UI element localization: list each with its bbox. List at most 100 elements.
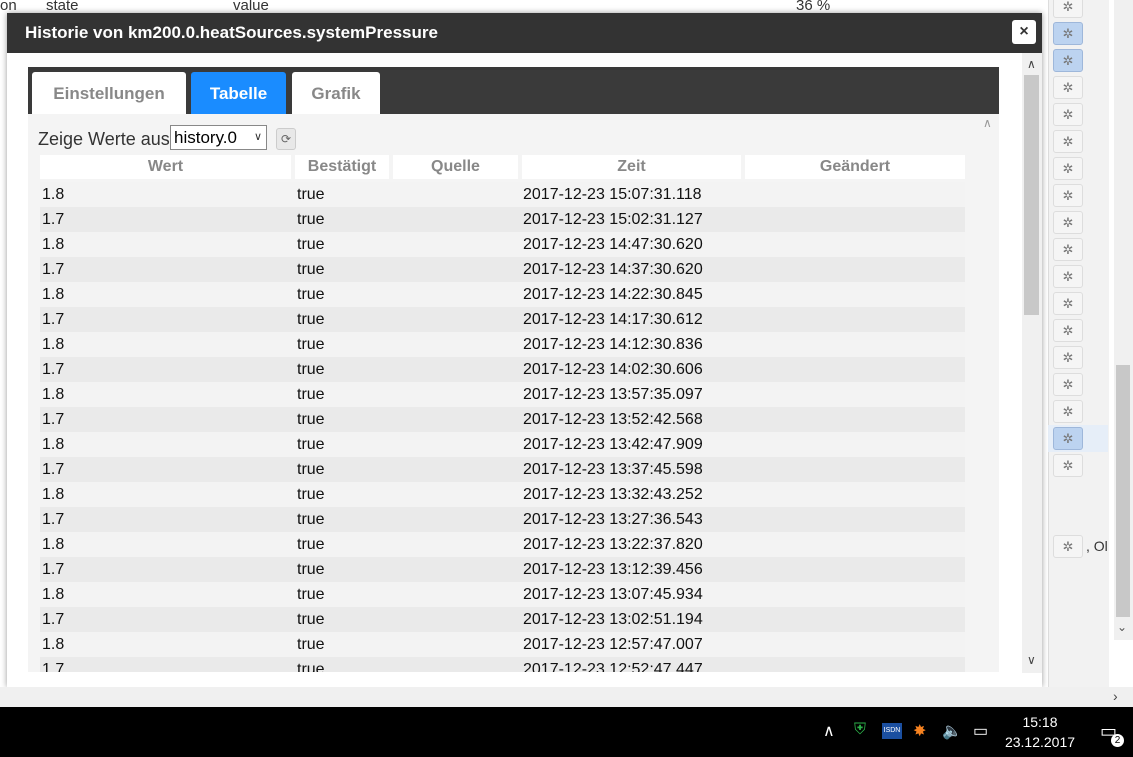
table-row[interactable]: 1.7 true 2017-12-23 13:12:39.456 bbox=[40, 557, 965, 582]
chevron-up-icon[interactable]: ∧ bbox=[983, 116, 992, 130]
cell-bestaetigt: true bbox=[297, 311, 325, 328]
cell-bestaetigt: true bbox=[297, 386, 325, 403]
table-row[interactable]: 1.7 true 2017-12-23 15:02:31.127 bbox=[40, 207, 965, 232]
cell-zeit: 2017-12-23 13:42:47.909 bbox=[523, 436, 703, 453]
cell-zeit: 2017-12-23 13:57:35.097 bbox=[523, 386, 703, 403]
dialog-scrollbar-thumb[interactable] bbox=[1024, 75, 1039, 315]
table-row[interactable]: 1.7 true 2017-12-23 12:52:47.447 bbox=[40, 657, 965, 672]
cell-bestaetigt: true bbox=[297, 286, 325, 303]
table-row[interactable]: 1.7 true 2017-12-23 13:52:42.568 bbox=[40, 407, 965, 432]
cell-zeit: 2017-12-23 14:02:30.606 bbox=[523, 361, 703, 378]
dialog-scrollbar[interactable]: ∧ ∨ bbox=[1022, 53, 1042, 673]
table-row[interactable]: 1.8 true 2017-12-23 13:07:45.934 bbox=[40, 582, 965, 607]
cell-wert: 1.7 bbox=[42, 261, 65, 278]
gear-icon[interactable]: ✲ bbox=[1053, 373, 1083, 396]
cell-zeit: 2017-12-23 13:22:37.820 bbox=[523, 536, 703, 553]
gear-icon[interactable]: ✲ bbox=[1053, 265, 1083, 288]
cell-bestaetigt: true bbox=[297, 186, 325, 203]
close-icon[interactable]: × bbox=[1012, 20, 1036, 44]
cell-bestaetigt: true bbox=[297, 336, 325, 353]
network-icon[interactable]: ▭ bbox=[973, 721, 988, 741]
column-header-geaendert[interactable]: Geändert bbox=[745, 155, 965, 179]
table-row[interactable]: 1.8 true 2017-12-23 12:57:47.007 bbox=[40, 632, 965, 657]
gear-icon[interactable]: ✲ bbox=[1053, 319, 1083, 342]
chevron-right-icon[interactable]: › bbox=[1113, 688, 1118, 704]
cell-bestaetigt: true bbox=[297, 461, 325, 478]
gear-icon[interactable]: ✲ bbox=[1053, 454, 1083, 477]
gear-icon[interactable]: ✲ bbox=[1053, 400, 1083, 423]
refresh-icon[interactable]: ⟳ bbox=[276, 128, 296, 150]
column-header-zeit[interactable]: Zeit bbox=[522, 155, 741, 179]
table-row[interactable]: 1.8 true 2017-12-23 13:32:43.252 bbox=[40, 482, 965, 507]
cell-bestaetigt: true bbox=[297, 636, 325, 653]
tray-clock[interactable]: 15:18 23.12.2017 bbox=[1003, 712, 1077, 752]
gear-icon[interactable]: ✲ bbox=[1053, 76, 1083, 99]
gear-icon[interactable]: ✲ bbox=[1053, 292, 1083, 315]
cell-wert: 1.8 bbox=[42, 236, 65, 253]
gear-icon[interactable]: ✲ bbox=[1053, 157, 1083, 180]
chevron-down-icon[interactable]: ∨ bbox=[1027, 653, 1036, 667]
cell-wert: 1.8 bbox=[42, 286, 65, 303]
table-scrollbar[interactable] bbox=[978, 114, 999, 672]
cell-bestaetigt: true bbox=[297, 361, 325, 378]
table-row[interactable]: 1.8 true 2017-12-23 15:07:31.118 bbox=[40, 182, 965, 207]
cell-wert: 1.8 bbox=[42, 436, 65, 453]
isdn-icon[interactable]: ISDN bbox=[882, 723, 902, 739]
cell-zeit: 2017-12-23 14:17:30.612 bbox=[523, 311, 703, 328]
gear-icon[interactable]: ✲ bbox=[1053, 211, 1083, 234]
cell-bestaetigt: true bbox=[297, 211, 325, 228]
source-select-value: history.0 bbox=[174, 128, 237, 147]
table-row[interactable]: 1.8 true 2017-12-23 14:47:30.620 bbox=[40, 232, 965, 257]
taskbar: ∧ ⛨ ISDN ✸ 🔈 ▭ 15:18 23.12.2017 ▭ 2 bbox=[0, 707, 1133, 757]
table-row[interactable]: 1.7 true 2017-12-23 13:27:36.543 bbox=[40, 507, 965, 532]
table-row[interactable]: 1.7 true 2017-12-23 13:02:51.194 bbox=[40, 607, 965, 632]
table-row[interactable]: 1.8 true 2017-12-23 14:22:30.845 bbox=[40, 282, 965, 307]
table-row[interactable]: 1.8 true 2017-12-23 13:57:35.097 bbox=[40, 382, 965, 407]
gear-icon[interactable]: ✲ bbox=[1053, 346, 1083, 369]
chevron-down-icon[interactable]: ⌄ bbox=[1117, 620, 1127, 634]
gear-icon[interactable]: ✲ bbox=[1053, 130, 1083, 153]
table-row[interactable]: 1.7 true 2017-12-23 14:17:30.612 bbox=[40, 307, 965, 332]
table-row[interactable]: 1.8 true 2017-12-23 13:42:47.909 bbox=[40, 432, 965, 457]
shield-icon[interactable]: ⛨ bbox=[854, 721, 866, 739]
cell-wert: 1.8 bbox=[42, 536, 65, 553]
cell-zeit: 2017-12-23 13:37:45.598 bbox=[523, 461, 703, 478]
cell-zeit: 2017-12-23 13:52:42.568 bbox=[523, 411, 703, 428]
table-row[interactable]: 1.7 true 2017-12-23 13:37:45.598 bbox=[40, 457, 965, 482]
cell-bestaetigt: true bbox=[297, 261, 325, 278]
speaker-icon[interactable]: 🔈 bbox=[942, 721, 962, 741]
chevron-up-icon[interactable]: ∧ bbox=[823, 721, 835, 741]
table-row[interactable]: 1.7 true 2017-12-23 14:02:30.606 bbox=[40, 357, 965, 382]
table-row[interactable]: 1.8 true 2017-12-23 14:12:30.836 bbox=[40, 332, 965, 357]
table-row[interactable]: 1.7 true 2017-12-23 14:37:30.620 bbox=[40, 257, 965, 282]
source-select[interactable]: history.0 ∨ bbox=[170, 125, 267, 150]
gear-icon[interactable]: ✲ bbox=[1053, 427, 1083, 450]
tab-tabelle[interactable]: Tabelle bbox=[191, 72, 286, 114]
tab-einstellungen[interactable]: Einstellungen bbox=[32, 72, 186, 114]
source-label: Zeige Werte aus bbox=[38, 129, 170, 149]
gear-icon[interactable]: ✲ bbox=[1053, 103, 1083, 126]
gear-icon[interactable]: ✲ bbox=[1053, 49, 1083, 72]
column-header-quelle[interactable]: Quelle bbox=[393, 155, 518, 179]
column-header-bestaetigt[interactable]: Bestätigt bbox=[295, 155, 389, 179]
table-row[interactable]: 1.8 true 2017-12-23 13:22:37.820 bbox=[40, 532, 965, 557]
gear-icon[interactable]: ✲ bbox=[1053, 0, 1083, 18]
page-scrollbar-thumb[interactable] bbox=[1116, 365, 1130, 617]
avast-icon[interactable]: ✸ bbox=[913, 721, 926, 741]
cell-bestaetigt: true bbox=[297, 586, 325, 603]
column-header-wert[interactable]: Wert bbox=[40, 155, 291, 179]
horizontal-scrollbar[interactable]: › bbox=[0, 687, 1133, 707]
gear-icon[interactable]: ✲ bbox=[1053, 184, 1083, 207]
tab-grafik[interactable]: Grafik bbox=[292, 72, 380, 114]
cell-bestaetigt: true bbox=[297, 436, 325, 453]
cell-wert: 1.7 bbox=[42, 511, 65, 528]
gear-icon[interactable]: ✲ bbox=[1053, 22, 1083, 45]
bg-col-state: state bbox=[46, 0, 79, 14]
cell-bestaetigt: true bbox=[297, 411, 325, 428]
gear-icon[interactable]: ✲ bbox=[1053, 535, 1083, 558]
gear-icon[interactable]: ✲ bbox=[1053, 238, 1083, 261]
cell-zeit: 2017-12-23 13:27:36.543 bbox=[523, 511, 703, 528]
chevron-up-icon[interactable]: ∧ bbox=[1027, 57, 1036, 71]
dialog-title: Historie von km200.0.heatSources.systemP… bbox=[7, 13, 1042, 53]
cell-wert: 1.7 bbox=[42, 661, 65, 672]
